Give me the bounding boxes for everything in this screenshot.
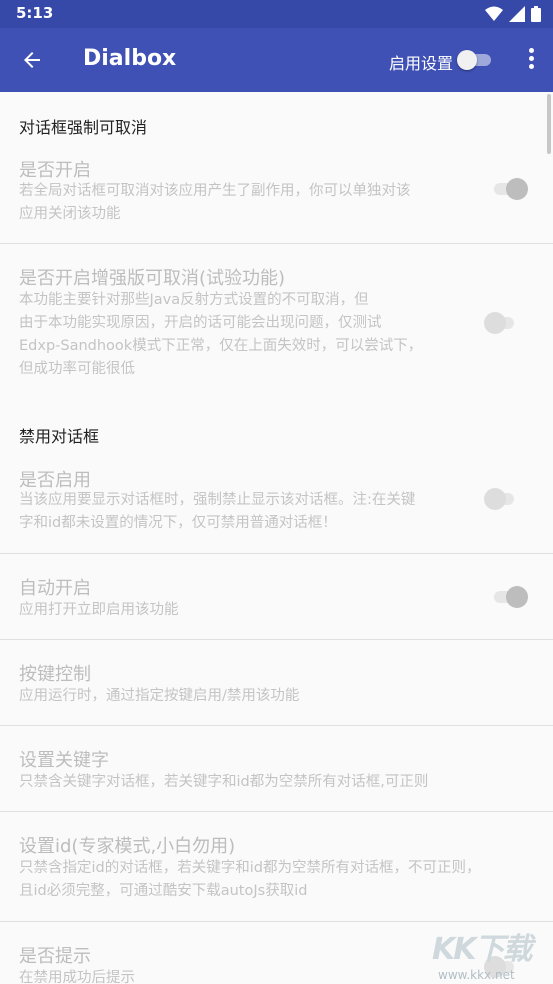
battery-icon bbox=[531, 6, 541, 22]
pref-switch[interactable] bbox=[494, 177, 530, 201]
pref-title: 是否开启增强版可取消(试验功能) bbox=[19, 268, 286, 289]
pref-set-id[interactable]: 设置id(专家模式,小白勿用) 只禁含指定id的对话框，若关键字和id都为空禁所… bbox=[0, 830, 553, 920]
enable-settings-switch[interactable] bbox=[457, 50, 493, 70]
pref-auto-start[interactable]: 自动开启 应用打开立即启用该功能 bbox=[0, 572, 553, 642]
preferences-list[interactable]: 对话框强制可取消 是否开启 若全局对话框可取消对该应用产生了副作用，你可以单独对… bbox=[0, 92, 553, 984]
signal-icon bbox=[509, 6, 525, 22]
pref-key-control[interactable]: 按键控制 应用运行时，通过指定按键启用/禁用该功能 bbox=[0, 658, 553, 728]
pref-summary: 应用运行时，通过指定按键启用/禁用该功能 bbox=[19, 688, 300, 704]
divider bbox=[0, 553, 553, 554]
pref-title: 按键控制 bbox=[19, 664, 91, 685]
pref-summary: 只禁含指定id的对话框，若关键字和id都为空禁所有对话框，不可正则， 且id必须… bbox=[19, 860, 481, 899]
status-bar: 5:13 bbox=[0, 0, 553, 28]
app-title: Dialbox bbox=[83, 46, 177, 71]
more-options-icon[interactable] bbox=[527, 48, 535, 72]
enable-settings-label: 启用设置 bbox=[388, 54, 453, 73]
category-disable-dialog: 禁用对话框 bbox=[19, 427, 100, 446]
pref-switch[interactable] bbox=[494, 585, 530, 609]
status-icons bbox=[485, 6, 541, 22]
divider bbox=[0, 811, 553, 812]
switch-thumb bbox=[457, 50, 477, 70]
pref-title: 设置关键字 bbox=[19, 750, 109, 771]
pref-enable-disable[interactable]: 是否启用 当该应用要显示对话框时，强制禁止显示该对话框。注:在关键 字和id都未… bbox=[0, 462, 553, 552]
pref-summary: 当该应用要显示对话框时，强制禁止显示该对话框。注:在关键 字和id都未设置的情况… bbox=[19, 492, 416, 531]
wifi-icon bbox=[485, 6, 503, 21]
status-time: 5:13 bbox=[16, 4, 54, 22]
pref-switch[interactable] bbox=[484, 487, 522, 511]
divider bbox=[0, 639, 553, 640]
pref-summary: 若全局对话框可取消对该应用产生了副作用，你可以单独对该 应用关闭该功能 bbox=[19, 183, 411, 222]
category-dialog-force-cancel: 对话框强制可取消 bbox=[19, 118, 148, 137]
scrollbar[interactable] bbox=[547, 94, 551, 154]
pref-title: 自动开启 bbox=[19, 578, 91, 599]
pref-enhanced-cancel[interactable]: 是否开启增强版可取消(试验功能) 本功能主要针对那些Java反射方式设置的不可取… bbox=[0, 262, 553, 392]
back-arrow-icon[interactable] bbox=[20, 48, 44, 72]
pref-switch[interactable] bbox=[484, 311, 522, 335]
watermark-logo: KK下载 www.kkx.net bbox=[432, 932, 533, 982]
pref-set-keywords[interactable]: 设置关键字 只禁含关键字对话框，若关键字和id都为空禁所有对话框,可正则 bbox=[0, 744, 553, 814]
divider bbox=[0, 725, 553, 726]
pref-summary: 在禁用成功后提示 bbox=[19, 970, 135, 984]
pref-summary: 只禁含关键字对话框，若关键字和id都为空禁所有对话框,可正则 bbox=[19, 774, 429, 790]
pref-title: 是否开启 bbox=[19, 160, 91, 181]
pref-title: 设置id(专家模式,小白勿用) bbox=[19, 836, 236, 857]
app-bar: Dialbox 启用设置 bbox=[0, 28, 553, 92]
pref-summary: 本功能主要针对那些Java反射方式设置的不可取消，但 由于本功能实现原因，开启的… bbox=[19, 292, 423, 377]
pref-summary: 应用打开立即启用该功能 bbox=[19, 602, 179, 618]
divider bbox=[0, 243, 553, 244]
divider bbox=[0, 921, 553, 922]
pref-title: 是否提示 bbox=[19, 946, 91, 967]
